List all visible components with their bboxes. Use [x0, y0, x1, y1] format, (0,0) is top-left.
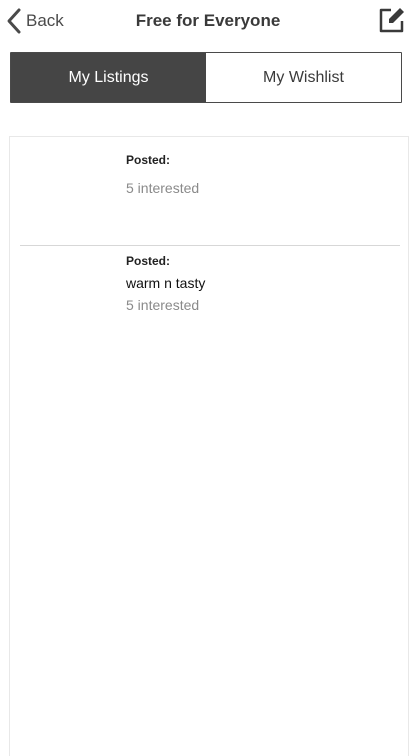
list-item-text: Posted: 5 interested [126, 153, 199, 196]
listings-list: Posted: 5 interested Posted: warm n tast… [9, 136, 409, 756]
page-title: Free for Everyone [135, 11, 281, 30]
compose-icon[interactable] [378, 6, 406, 34]
listing-title: warm n tasty [126, 275, 206, 291]
interested-count: 5 interested [126, 180, 200, 196]
navigation-bar: Back Free for Everyone [0, 0, 416, 42]
interested-count: 5 interested [126, 297, 200, 313]
listings-segmented-control: My Listings My Wishlist [10, 52, 402, 103]
tab-my-listings[interactable]: My Listings [11, 53, 206, 102]
tab-my-wishlist[interactable]: My Wishlist [206, 53, 401, 102]
posted-label: Posted: [126, 254, 171, 268]
list-item-text: Posted: warm n tasty 5 interested [126, 254, 205, 313]
list-item[interactable]: Posted: warm n tasty 5 interested [10, 246, 408, 366]
posted-label: Posted: [126, 153, 171, 167]
list-item[interactable]: Posted: 5 interested [10, 137, 408, 246]
